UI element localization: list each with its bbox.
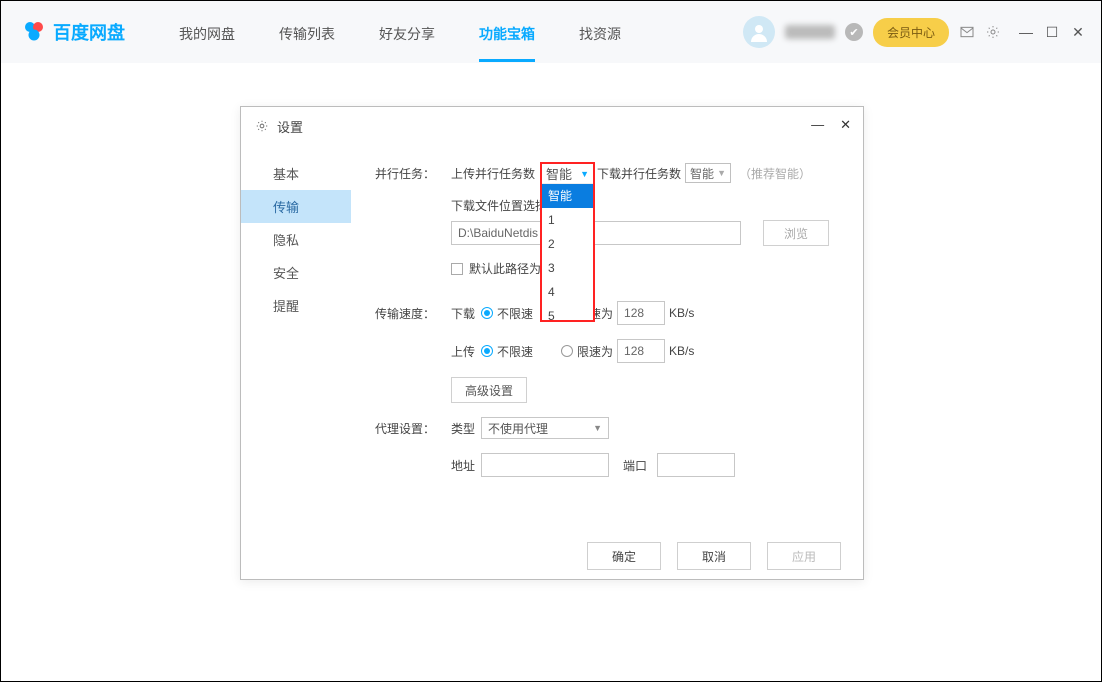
upload-limit-radio[interactable] [561,345,573,357]
download-unlimited-radio[interactable] [481,307,493,319]
upload-limit-label: 限速为 [577,343,613,360]
ok-button[interactable]: 确定 [587,542,661,570]
dropdown-option-smart[interactable]: 智能 [542,184,593,208]
download-parallel-select[interactable]: 智能▼ [685,163,731,183]
download-path-input[interactable] [451,221,741,245]
tab-find-resources[interactable]: 找资源 [579,2,621,62]
avatar-icon [749,22,769,42]
download-path-label: 下载文件位置选择 [451,197,547,214]
settings-panel: 并行任务： 上传并行任务数 下载并行任务数 智能▼ （推荐智能） 下载文件位置选… [351,145,863,533]
sidebar-item-basic[interactable]: 基本 [241,157,351,190]
upload-limit-input[interactable] [617,339,665,363]
app-logo: 百度网盘 [21,19,125,45]
dialog-minimize[interactable]: — [811,117,824,133]
upload-unlimited-radio[interactable] [481,345,493,357]
default-path-label: 默认此路径为 [469,260,541,277]
upload-unlimited-label: 不限速 [497,343,533,360]
sidebar-item-reminder[interactable]: 提醒 [241,289,351,322]
window-close[interactable]: ✕ [1071,24,1085,41]
dialog-title: 设置 [277,117,303,136]
proxy-port-label: 端口 [623,457,657,474]
app-header: 百度网盘 我的网盘 传输列表 好友分享 功能宝箱 找资源 ✔ 会员中心 — ☐ … [1,1,1101,63]
upload-parallel-select[interactable]: 智能▼ [542,164,593,184]
advanced-settings-button[interactable]: 高级设置 [451,377,527,403]
browse-button[interactable]: 浏览 [763,220,829,246]
proxy-port-input[interactable] [657,453,735,477]
window-maximize[interactable]: ☐ [1045,24,1059,41]
kbs-label: KB/s [669,306,694,320]
dropdown-option-3[interactable]: 3 [542,256,593,280]
recommend-hint: （推荐智能） [739,165,811,182]
default-path-checkbox[interactable] [451,263,463,275]
dropdown-option-5[interactable]: 5 [542,304,593,328]
upload-word: 上传 [451,343,481,360]
tab-transfer-list[interactable]: 传输列表 [279,2,335,62]
tab-my-disk[interactable]: 我的网盘 [179,2,235,62]
sidebar-item-privacy[interactable]: 隐私 [241,223,351,256]
tab-toolbox[interactable]: 功能宝箱 [479,2,535,62]
download-unlimited-label: 不限速 [497,305,533,322]
dialog-titlebar: 设置 — ✕ [241,107,863,145]
transfer-speed-label: 传输速度： [375,305,451,322]
cancel-button[interactable]: 取消 [677,542,751,570]
dropdown-option-2[interactable]: 2 [542,232,593,256]
settings-icon [255,119,269,133]
sidebar-item-security[interactable]: 安全 [241,256,351,289]
proxy-type-select[interactable]: 不使用代理▼ [481,417,609,439]
vip-button[interactable]: 会员中心 [873,18,949,47]
avatar[interactable] [743,16,775,48]
parallel-tasks-label: 并行任务： [375,165,451,182]
download-parallel-label: 下载并行任务数 [597,165,681,182]
proxy-label: 代理设置： [375,420,451,437]
proxy-addr-input[interactable] [481,453,609,477]
username[interactable] [785,25,835,39]
verify-badge-icon[interactable]: ✔ [845,23,863,41]
nav-tabs: 我的网盘 传输列表 好友分享 功能宝箱 找资源 [179,2,621,62]
tab-friends-share[interactable]: 好友分享 [379,2,435,62]
apply-button[interactable]: 应用 [767,542,841,570]
proxy-type-label: 类型 [451,420,481,437]
mail-icon[interactable] [959,24,975,40]
app-name: 百度网盘 [53,19,125,45]
dropdown-option-1[interactable]: 1 [542,208,593,232]
dialog-close[interactable]: ✕ [840,117,851,133]
download-word: 下载 [451,305,481,322]
dropdown-option-4[interactable]: 4 [542,280,593,304]
window-minimize[interactable]: — [1019,24,1033,41]
upload-parallel-label: 上传并行任务数 [451,165,535,182]
sidebar-item-transfer[interactable]: 传输 [241,190,351,223]
upload-parallel-dropdown[interactable]: 智能▼ 智能 1 2 3 4 5 [540,162,595,322]
settings-sidebar: 基本 传输 隐私 安全 提醒 [241,145,351,533]
kbs-label-2: KB/s [669,344,694,358]
download-limit-input[interactable] [617,301,665,325]
logo-icon [21,19,47,45]
gear-icon[interactable] [985,24,1001,40]
proxy-addr-label: 地址 [451,457,481,474]
dialog-footer: 确定 取消 应用 [241,533,863,579]
